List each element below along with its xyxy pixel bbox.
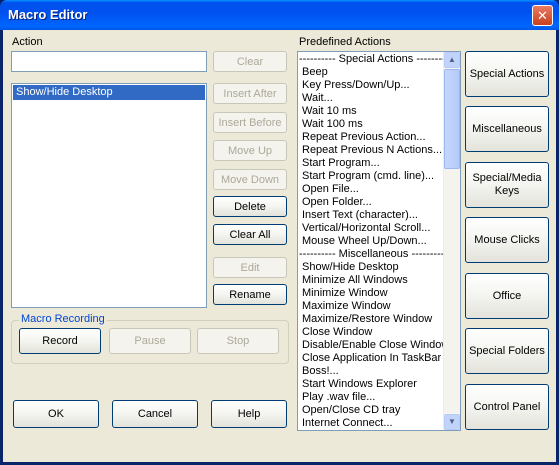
close-button[interactable]: ✕ (532, 5, 553, 26)
list-item[interactable]: Boss!... (299, 365, 445, 378)
category-mouse-clicks-button[interactable]: Mouse Clicks (465, 217, 549, 263)
list-item[interactable]: Close Window (299, 326, 445, 339)
list-item[interactable]: Repeat Previous N Actions... (299, 144, 445, 157)
list-item[interactable]: Minimize Window (299, 287, 445, 300)
macro-recording-label: Macro Recording (19, 313, 107, 325)
record-button[interactable]: Record (19, 328, 101, 354)
list-item[interactable]: Maximize Window (299, 300, 445, 313)
list-item[interactable]: Start Program... (299, 157, 445, 170)
list-item[interactable]: Start Windows Explorer (299, 378, 445, 391)
delete-button[interactable]: Delete (213, 196, 287, 217)
list-item[interactable]: Show/Hide Desktop (13, 85, 205, 100)
list-item: ---------- Miscellaneous ---------- (299, 248, 445, 260)
list-item: ---------- Special Actions ---------- (299, 53, 445, 65)
dialog-body: Action Clear Show/Hide Desktop Insert Af… (3, 30, 556, 462)
predefined-scrollbar[interactable]: ▲ ▼ (443, 52, 460, 430)
macro-editor-window: Macro Editor ✕ Action Clear Show/Hide De… (0, 0, 559, 465)
list-item[interactable]: Internet Connect... (299, 417, 445, 430)
list-item[interactable]: Show/Hide Desktop (299, 261, 445, 274)
list-item[interactable]: Open Folder... (299, 196, 445, 209)
list-item[interactable]: Key Press/Down/Up... (299, 79, 445, 92)
list-item[interactable]: Mouse Wheel Up/Down... (299, 235, 445, 248)
list-item[interactable]: Close Application In TaskBar (299, 352, 445, 365)
category-miscellaneous-button[interactable]: Miscellaneous (465, 106, 549, 152)
move-down-button[interactable]: Move Down (213, 169, 287, 190)
insert-after-button[interactable]: Insert After (213, 83, 287, 104)
predefined-actions-list[interactable]: ---------- Special Actions ---------- Be… (297, 51, 461, 431)
list-item[interactable]: Repeat Previous Action... (299, 131, 445, 144)
scroll-up-icon[interactable]: ▲ (444, 52, 460, 68)
clear-all-button[interactable]: Clear All (213, 224, 287, 245)
list-item[interactable]: Wait 10 ms (299, 105, 445, 118)
list-item[interactable]: Play .wav file... (299, 391, 445, 404)
action-list[interactable]: Show/Hide Desktop (11, 83, 207, 308)
stop-button[interactable]: Stop (197, 328, 279, 354)
category-special-media-keys-button[interactable]: Special/Media Keys (465, 162, 549, 208)
ok-button[interactable]: OK (13, 400, 99, 428)
title-bar[interactable]: Macro Editor ✕ (0, 0, 559, 30)
clear-button[interactable]: Clear (213, 51, 287, 72)
insert-before-button[interactable]: Insert Before (213, 112, 287, 133)
list-item[interactable]: Maximize/Restore Window (299, 313, 445, 326)
category-control-panel-button[interactable]: Control Panel (465, 384, 549, 430)
category-office-button[interactable]: Office (465, 273, 549, 319)
close-icon: ✕ (537, 8, 548, 23)
action-input[interactable] (11, 51, 207, 72)
action-label: Action (12, 36, 43, 48)
list-item[interactable]: Open/Close CD tray (299, 404, 445, 417)
list-item[interactable]: Vertical/Horizontal Scroll... (299, 222, 445, 235)
list-item[interactable]: Disable/Enable Close Window (299, 339, 445, 352)
predefined-actions-label: Predefined Actions (299, 36, 391, 48)
list-item[interactable]: Wait 100 ms (299, 118, 445, 131)
list-item[interactable]: Minimize All Windows (299, 274, 445, 287)
scroll-thumb[interactable] (444, 69, 460, 169)
list-item[interactable]: Open File... (299, 183, 445, 196)
help-button[interactable]: Help (211, 400, 287, 428)
list-item[interactable]: Start Program (cmd. line)... (299, 170, 445, 183)
rename-button[interactable]: Rename (213, 284, 287, 305)
list-item[interactable]: Beep (299, 66, 445, 79)
move-up-button[interactable]: Move Up (213, 140, 287, 161)
category-special-actions-button[interactable]: Special Actions (465, 51, 549, 97)
list-item[interactable]: Insert Text (character)... (299, 209, 445, 222)
cancel-button[interactable]: Cancel (112, 400, 198, 428)
window-title: Macro Editor (8, 7, 88, 22)
scroll-down-icon[interactable]: ▼ (444, 414, 460, 430)
category-special-folders-button[interactable]: Special Folders (465, 328, 549, 374)
edit-button[interactable]: Edit (213, 257, 287, 278)
list-item[interactable]: Wait... (299, 92, 445, 105)
pause-button[interactable]: Pause (109, 328, 191, 354)
